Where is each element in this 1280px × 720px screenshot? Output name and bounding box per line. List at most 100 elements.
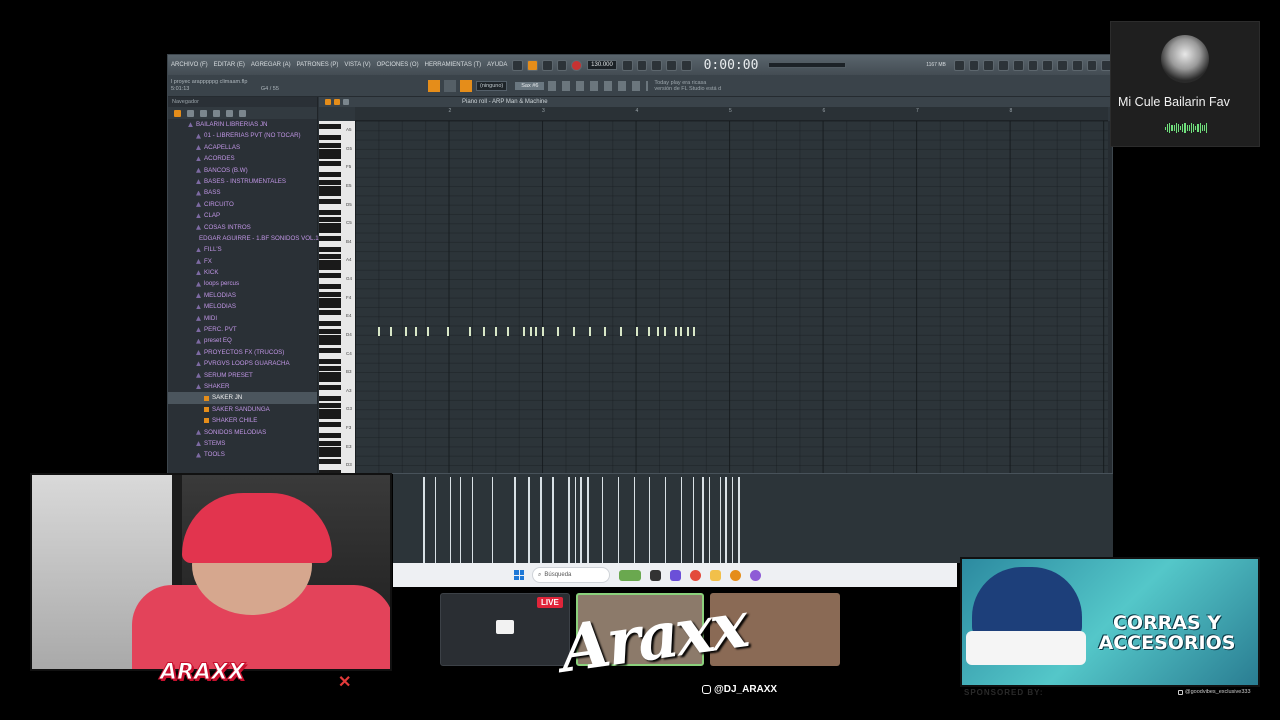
velocity-bar[interactable]: [731, 477, 734, 563]
midi-note[interactable]: [507, 327, 510, 336]
channel-tools[interactable]: [548, 80, 649, 91]
browser-folder-item[interactable]: TOOLS: [168, 449, 317, 460]
black-key[interactable]: [319, 198, 341, 204]
black-key[interactable]: [319, 451, 341, 457]
velocity-bar[interactable]: [471, 477, 474, 563]
browser-file-icon[interactable]: [187, 109, 194, 117]
midi-note[interactable]: [446, 327, 449, 336]
velocity-bar[interactable]: [648, 477, 651, 563]
midi-note[interactable]: [542, 327, 544, 336]
task-view-icon[interactable]: [650, 569, 661, 581]
fl-studio-taskbar-icon[interactable]: [730, 569, 741, 581]
browser-folder-item[interactable]: SERUM PRESET: [168, 370, 317, 381]
channel-rack-icon[interactable]: [1071, 59, 1083, 71]
velocity-bar[interactable]: [491, 477, 494, 563]
browser-folder-item[interactable]: loops percus: [168, 278, 317, 289]
black-key[interactable]: [319, 328, 341, 334]
black-key[interactable]: [319, 358, 341, 364]
countdown-icon[interactable]: [651, 59, 663, 71]
black-key[interactable]: [319, 403, 341, 409]
velocity-bar[interactable]: [528, 477, 530, 563]
midi-note[interactable]: [603, 327, 606, 336]
browser-folder-item[interactable]: PROYECTOS FX (TRUCOS): [168, 347, 317, 358]
velocity-bar[interactable]: [568, 477, 570, 563]
browser-folder-item[interactable]: 01 - LIBRERIAS PVT (NO TOCAR): [168, 130, 317, 141]
velocity-bar[interactable]: [514, 477, 516, 563]
midi-note[interactable]: [635, 327, 638, 336]
velocity-bar[interactable]: [449, 477, 452, 563]
midi-note[interactable]: [647, 327, 650, 336]
menu-patrones[interactable]: PATRONES (P): [294, 62, 342, 68]
browser-folder-item[interactable]: SONIDOS MELODIAS: [168, 427, 317, 438]
black-key[interactable]: [319, 433, 341, 439]
browser-folder-item[interactable]: EDGAR AGUIRRE - 1.BF SONIDOS VOL.1: [168, 233, 319, 244]
midi-note[interactable]: [469, 327, 472, 336]
velocity-bar[interactable]: [587, 477, 589, 563]
velocity-bar[interactable]: [434, 477, 437, 563]
browser-folder-item[interactable]: PERC. PVT: [168, 324, 317, 335]
midi-note[interactable]: [556, 327, 559, 336]
midi-note[interactable]: [657, 327, 659, 336]
browser-folder-item[interactable]: preset EQ: [168, 335, 317, 346]
browser-folder-item[interactable]: FX: [168, 256, 317, 267]
menu-vista[interactable]: VISTA (V): [341, 62, 373, 68]
black-key[interactable]: [319, 284, 341, 290]
black-key[interactable]: [319, 179, 341, 185]
browser-folder-item[interactable]: CIRCUITO: [168, 199, 317, 210]
magnet-icon[interactable]: [334, 99, 340, 105]
velocity-bar[interactable]: [601, 477, 604, 563]
black-key[interactable]: [319, 414, 341, 420]
browser-cloud-icon[interactable]: [213, 109, 220, 117]
browser-file-item[interactable]: SAKER SANDUNGA: [168, 404, 317, 415]
browser-sort-icon[interactable]: [200, 109, 207, 117]
midi-note[interactable]: [414, 327, 417, 336]
browser-file-item[interactable]: SHAKER CHILE: [168, 415, 317, 426]
browser-folder-item[interactable]: ACAPELLAS: [168, 142, 317, 153]
stamp-icon[interactable]: [343, 99, 349, 105]
velocity-bar[interactable]: [708, 477, 711, 563]
black-key[interactable]: [319, 190, 341, 196]
menu-editar[interactable]: EDITAR (E): [211, 62, 248, 68]
tempo-display[interactable]: 130.000: [587, 60, 617, 70]
black-key[interactable]: [319, 347, 341, 353]
audio-icon[interactable]: [998, 59, 1009, 71]
teams-icon[interactable]: [670, 569, 681, 581]
black-key[interactable]: [319, 228, 341, 234]
midi-note[interactable]: [693, 327, 696, 336]
snap-icon[interactable]: [428, 79, 440, 92]
menu-agregar[interactable]: AGREGAR (A): [248, 62, 294, 68]
midi-note[interactable]: [588, 327, 591, 336]
black-key[interactable]: [319, 124, 341, 129]
browser-folder-item[interactable]: STEMS: [168, 438, 317, 449]
black-key[interactable]: [319, 235, 341, 241]
browser-folder-item[interactable]: CLAP: [168, 210, 317, 221]
vertical-scrollbar[interactable]: [1108, 121, 1112, 473]
black-key[interactable]: [319, 422, 341, 428]
velocity-bar[interactable]: [633, 477, 636, 563]
browser-folder-item[interactable]: MELODIAS: [168, 290, 317, 301]
play-button[interactable]: [541, 59, 553, 71]
mixer-icon[interactable]: [1057, 59, 1068, 71]
cut-icon[interactable]: [968, 59, 980, 71]
plugin-icon[interactable]: [1086, 59, 1098, 71]
velocity-bar[interactable]: [664, 477, 667, 563]
browser-add-icon[interactable]: [174, 109, 181, 117]
windows-start-icon[interactable]: [514, 570, 524, 580]
browser-folder-item[interactable]: KICK: [168, 267, 317, 278]
black-key[interactable]: [319, 291, 341, 297]
menu-herramientas[interactable]: HERRAMIENTAS (T): [422, 62, 485, 68]
midi-note[interactable]: [483, 327, 486, 336]
black-key[interactable]: [319, 142, 341, 148]
chrome-icon[interactable]: [690, 569, 701, 581]
midi-note[interactable]: [680, 327, 683, 336]
black-key[interactable]: [319, 302, 341, 308]
midi-note[interactable]: [535, 327, 538, 336]
velocity-bar[interactable]: [738, 477, 740, 563]
pattern-select[interactable]: (ninguno): [476, 80, 508, 91]
stop-button[interactable]: [556, 59, 568, 71]
black-key[interactable]: [319, 339, 341, 345]
browser-file-item[interactable]: SAKER JN: [168, 392, 317, 404]
black-key[interactable]: [319, 161, 341, 167]
velocity-bar[interactable]: [459, 477, 462, 563]
reset-icon[interactable]: [953, 59, 965, 71]
